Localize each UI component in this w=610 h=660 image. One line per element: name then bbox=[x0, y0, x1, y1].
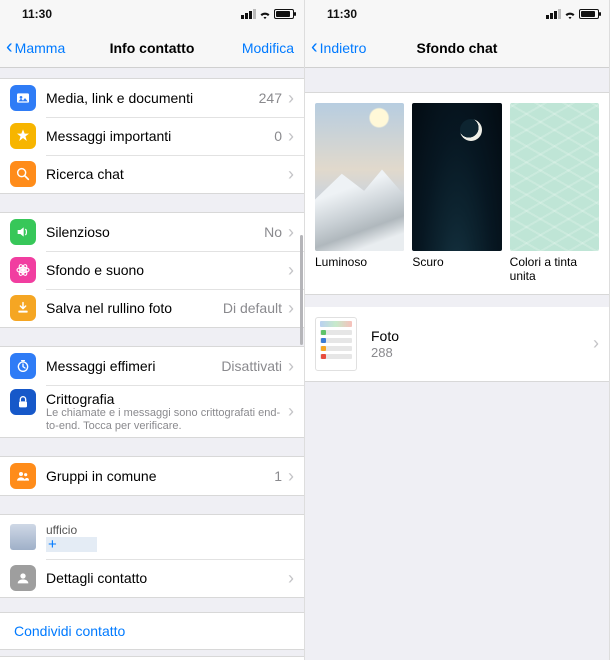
row-label: Dettagli contatto bbox=[46, 570, 286, 586]
contact-name: ufficio bbox=[46, 523, 294, 537]
row-contact-details[interactable]: Dettagli contatto › bbox=[0, 559, 304, 597]
row-media[interactable]: Media, link e documenti 247 › bbox=[0, 79, 304, 117]
contact-info-screen: 11:30 ‹ Mamma Info contatto Modifica Med… bbox=[0, 0, 305, 660]
row-search-chat[interactable]: Ricerca chat › bbox=[0, 155, 304, 193]
status-bar: 11:30 bbox=[0, 0, 304, 28]
chevron-right-icon: › bbox=[288, 126, 294, 147]
section-privacy: Messaggi effimeri Disattivati › Crittogr… bbox=[0, 346, 304, 438]
chevron-right-icon: › bbox=[288, 88, 294, 109]
chevron-left-icon: ‹ bbox=[311, 37, 318, 57]
chevron-right-icon: › bbox=[288, 568, 294, 589]
edit-button[interactable]: Modifica bbox=[242, 40, 294, 56]
scrollbar[interactable] bbox=[300, 235, 303, 345]
row-value: Di default bbox=[223, 300, 282, 316]
row-label: Messaggi importanti bbox=[46, 128, 274, 144]
person-icon bbox=[10, 565, 36, 591]
row-label: Salva nel rullino foto bbox=[46, 300, 223, 316]
back-button[interactable]: ‹ Indietro bbox=[311, 39, 366, 57]
wallpaper-caption: Luminoso bbox=[315, 255, 404, 283]
wallpaper-thumb-light bbox=[315, 103, 404, 251]
chevron-right-icon: › bbox=[288, 298, 294, 319]
section-contact-card: ufficio + Dettagli contatto › bbox=[0, 514, 304, 598]
contact-avatar bbox=[10, 524, 36, 550]
cellular-icon bbox=[241, 9, 256, 19]
chat-wallpaper-screen: 11:30 ‹ Indietro Sfondo chat Luminoso Sc… bbox=[305, 0, 610, 660]
row-subtitle: Le chiamate e i messaggi sono crittograf… bbox=[46, 407, 286, 433]
row-save-camera-roll[interactable]: Salva nel rullino foto Di default › bbox=[0, 289, 304, 327]
chevron-right-icon: › bbox=[288, 401, 294, 422]
row-label: Sfondo e suono bbox=[46, 262, 286, 278]
wallpaper-caption: Colori a tinta unita bbox=[510, 255, 599, 284]
section-media: Media, link e documenti 247 › Messaggi i… bbox=[0, 78, 304, 194]
photos-label: Foto bbox=[371, 328, 593, 344]
row-label: Crittografia bbox=[46, 391, 286, 407]
cellular-icon bbox=[546, 9, 561, 19]
row-disappearing[interactable]: Messaggi effimeri Disattivati › bbox=[0, 347, 304, 385]
wallpaper-icon bbox=[10, 257, 36, 283]
download-icon bbox=[10, 295, 36, 321]
nav-bar: ‹ Indietro Sfondo chat bbox=[305, 28, 609, 68]
speaker-icon bbox=[10, 219, 36, 245]
photos-count: 288 bbox=[371, 345, 593, 360]
people-icon bbox=[10, 463, 36, 489]
add-field-icon: + bbox=[48, 536, 57, 553]
export-chat-button[interactable]: Esporta chat bbox=[0, 656, 304, 660]
chevron-right-icon: › bbox=[288, 222, 294, 243]
back-button[interactable]: ‹ Mamma bbox=[6, 39, 65, 57]
status-indicators bbox=[241, 9, 294, 19]
wallpaper-thumb-solid bbox=[510, 103, 599, 251]
star-icon bbox=[10, 123, 36, 149]
row-encryption[interactable]: Crittografia Le chiamate e i messaggi so… bbox=[0, 385, 304, 437]
row-common-groups[interactable]: Gruppi in comune 1 › bbox=[0, 457, 304, 495]
row-label: Ricerca chat bbox=[46, 166, 286, 182]
row-label: Gruppi in comune bbox=[46, 468, 274, 484]
back-label: Mamma bbox=[15, 40, 66, 56]
status-indicators bbox=[546, 9, 599, 19]
row-label: Silenzioso bbox=[46, 224, 264, 240]
row-starred[interactable]: Messaggi importanti 0 › bbox=[0, 117, 304, 155]
back-label: Indietro bbox=[320, 40, 367, 56]
chevron-right-icon: › bbox=[593, 333, 599, 354]
section-settings: Silenzioso No › Sfondo e suono › Salva n… bbox=[0, 212, 304, 328]
row-wallpaper-sound[interactable]: Sfondo e suono › bbox=[0, 251, 304, 289]
photos-icon bbox=[10, 85, 36, 111]
wallpaper-presets: Luminoso Scuro Colori a tinta unita bbox=[305, 92, 609, 295]
status-bar: 11:30 bbox=[305, 0, 609, 28]
row-contact-card[interactable]: ufficio + bbox=[0, 515, 304, 559]
wallpaper-caption: Scuro bbox=[412, 255, 501, 283]
chevron-right-icon: › bbox=[288, 356, 294, 377]
share-contact-button[interactable]: Condividi contatto bbox=[0, 612, 304, 650]
section-groups: Gruppi in comune 1 › bbox=[0, 456, 304, 496]
wifi-icon bbox=[259, 10, 271, 19]
row-value: No bbox=[264, 224, 282, 240]
row-value: 247 bbox=[259, 90, 282, 106]
wifi-icon bbox=[564, 10, 576, 19]
chevron-left-icon: ‹ bbox=[6, 37, 13, 57]
timer-icon bbox=[10, 353, 36, 379]
chevron-right-icon: › bbox=[288, 466, 294, 487]
row-label: Media, link e documenti bbox=[46, 90, 259, 106]
row-value: 0 bbox=[274, 128, 282, 144]
wallpaper-thumb-dark bbox=[412, 103, 501, 251]
row-value: Disattivati bbox=[221, 358, 282, 374]
search-icon bbox=[10, 161, 36, 187]
battery-icon bbox=[274, 9, 294, 19]
lock-icon bbox=[10, 389, 36, 415]
row-mute[interactable]: Silenzioso No › bbox=[0, 213, 304, 251]
row-label: Messaggi effimeri bbox=[46, 358, 221, 374]
nav-bar: ‹ Mamma Info contatto Modifica bbox=[0, 28, 304, 68]
photos-thumb bbox=[315, 317, 357, 371]
chevron-right-icon: › bbox=[288, 260, 294, 281]
wallpaper-light[interactable]: Luminoso bbox=[315, 103, 404, 284]
chevron-right-icon: › bbox=[288, 164, 294, 185]
status-time: 11:30 bbox=[327, 7, 357, 21]
row-photos[interactable]: Foto 288 › bbox=[305, 307, 609, 382]
status-time: 11:30 bbox=[22, 7, 52, 21]
wallpaper-dark[interactable]: Scuro bbox=[412, 103, 501, 284]
row-value: 1 bbox=[274, 468, 282, 484]
wallpaper-solid[interactable]: Colori a tinta unita bbox=[510, 103, 599, 284]
battery-icon bbox=[579, 9, 599, 19]
